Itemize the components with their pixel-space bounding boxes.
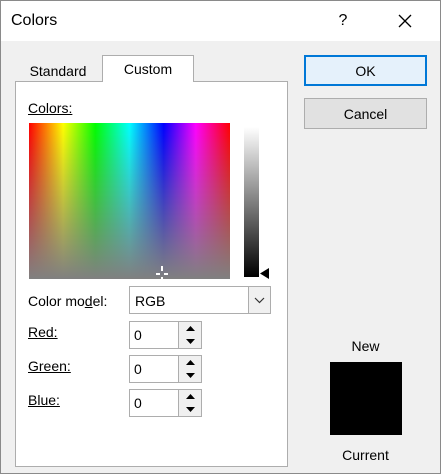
spin-up-icon: [185, 326, 195, 331]
blue-input[interactable]: [133, 394, 174, 412]
red-spin-up-button[interactable]: [178, 322, 201, 336]
color-model-dropdown-button[interactable]: [248, 287, 270, 313]
green-spinbox: [129, 355, 202, 383]
spin-down-icon: [185, 407, 195, 412]
luminance-slider[interactable]: [244, 127, 259, 277]
green-input[interactable]: [133, 360, 174, 378]
colors-label: Colors:: [28, 100, 73, 116]
color-model-label: Color model:: [28, 293, 108, 309]
color-spectrum-picker[interactable]: [29, 123, 230, 279]
green-label: Green:: [28, 358, 71, 374]
red-input[interactable]: [133, 326, 174, 344]
red-spin-down-button[interactable]: [178, 335, 201, 348]
green-spin-down-button[interactable]: [178, 369, 201, 382]
current-color-label: Current: [342, 447, 389, 463]
red-label: Red:: [28, 324, 58, 340]
close-icon: [398, 14, 412, 28]
title-bar: Colors ?: [1, 1, 440, 41]
blue-label: Blue:: [28, 392, 60, 408]
blue-spinbox: [129, 389, 202, 417]
help-button[interactable]: ?: [325, 5, 361, 37]
chevron-down-icon: [254, 297, 265, 303]
triangle-left-icon[interactable]: [260, 268, 270, 279]
cancel-button-label: Cancel: [343, 105, 388, 122]
red-spinbox: [129, 321, 202, 349]
color-model-select[interactable]: RGB: [129, 286, 271, 314]
current-color-swatch: [330, 398, 402, 435]
tab-custom[interactable]: Custom: [102, 55, 194, 82]
help-icon: ?: [338, 12, 348, 29]
green-spin-up-button[interactable]: [178, 356, 201, 370]
spin-down-icon: [185, 339, 195, 344]
close-button[interactable]: [385, 5, 425, 37]
colors-dialog: Colors ? Standard Custom Colors: Color m…: [0, 0, 441, 474]
blue-spin-up-button[interactable]: [178, 390, 201, 404]
ok-button-label: OK: [355, 62, 376, 79]
tab-standard[interactable]: Standard: [15, 60, 101, 82]
tab-custom-label: Custom: [123, 61, 173, 77]
tab-standard-label: Standard: [29, 63, 87, 79]
crosshair-icon: [156, 266, 168, 282]
cancel-button[interactable]: Cancel: [304, 98, 427, 129]
new-color-label: New: [351, 338, 380, 354]
color-model-value: RGB: [135, 293, 166, 309]
dialog-title: Colors: [11, 12, 58, 29]
new-color-swatch: [330, 362, 402, 398]
spin-up-icon: [185, 360, 195, 365]
blue-spin-down-button[interactable]: [178, 403, 201, 416]
spin-up-icon: [185, 394, 195, 399]
spin-down-icon: [185, 373, 195, 378]
ok-button[interactable]: OK: [304, 55, 427, 86]
